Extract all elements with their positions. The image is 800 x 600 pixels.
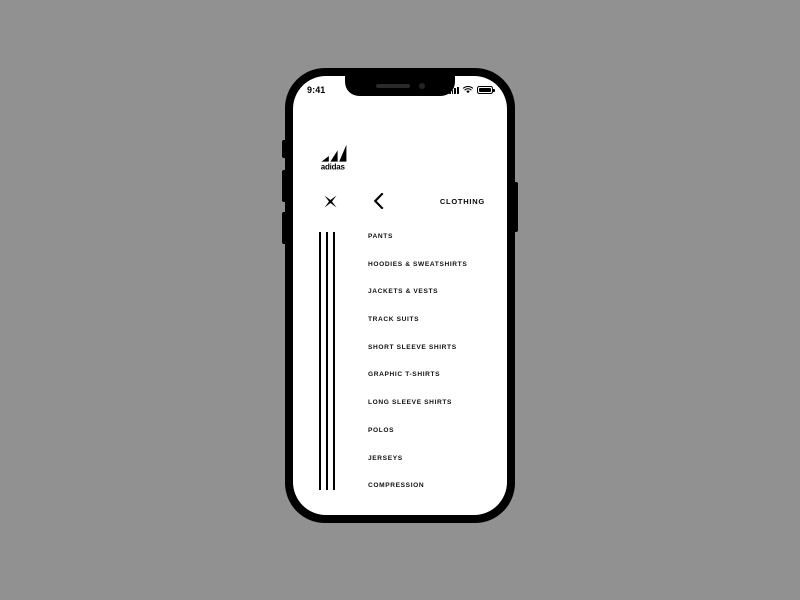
- list-item[interactable]: COMPRESSION: [368, 481, 497, 509]
- adidas-logo: adidas: [321, 144, 347, 172]
- list-item[interactable]: JACKETS & VESTS: [368, 287, 497, 315]
- phone-device-frame: 9:41 adidas CLOTHING PANTS HOODIES & SWE…: [282, 68, 518, 523]
- page-title: CLOTHING: [439, 196, 485, 206]
- list-item[interactable]: LONG SLEEVE SHIRTS: [368, 398, 497, 426]
- list-item-label: GRAPHIC T-SHIRTS: [368, 371, 441, 379]
- list-item-label: JACKETS & VESTS: [368, 288, 439, 296]
- three-stripes-icon: [319, 232, 337, 490]
- stripe: [325, 232, 329, 490]
- status-time: 9:41: [307, 85, 326, 95]
- list-item-label: SHORT SLEEVE SHIRTS: [368, 343, 457, 351]
- list-item-label: PANTS: [368, 233, 393, 240]
- stripe: [319, 232, 322, 490]
- phone-screen: 9:41 adidas CLOTHING PANTS HOODIES & SWE…: [293, 76, 507, 515]
- list-item[interactable]: SHORT SLEEVE SHIRTS: [368, 343, 497, 371]
- volume-up-button[interactable]: [282, 170, 286, 202]
- navigation-bar: CLOTHING: [293, 188, 507, 214]
- list-item[interactable]: JERSEYS: [368, 454, 497, 482]
- list-item-label: JERSEYS: [368, 454, 403, 462]
- list-item-label: POLOS: [368, 426, 395, 434]
- list-item[interactable]: HOODIES & SWEATSHIRTS: [368, 260, 497, 288]
- device-notch: [345, 76, 455, 96]
- speaker-slot-icon: [375, 84, 410, 88]
- front-camera-icon: [418, 83, 425, 89]
- status-icons: [448, 82, 495, 94]
- silent-switch[interactable]: [282, 140, 286, 158]
- battery-icon: [477, 86, 495, 94]
- back-button[interactable]: [371, 192, 385, 210]
- list-item[interactable]: GRAPHIC T-SHIRTS: [368, 370, 497, 398]
- power-button[interactable]: [514, 182, 518, 232]
- chevron-left-icon: [373, 193, 383, 209]
- close-button[interactable]: [322, 193, 338, 209]
- category-list: PANTS HOODIES & SWEATSHIRTS JACKETS & VE…: [368, 232, 497, 509]
- list-item-label: TRACK SUITS: [368, 316, 420, 324]
- list-item-label: LONG SLEEVE SHIRTS: [368, 399, 453, 407]
- svg-text:adidas: adidas: [321, 163, 346, 172]
- list-item-label: HOODIES & SWEATSHIRTS: [368, 260, 468, 268]
- wifi-icon: [463, 86, 473, 94]
- volume-down-button[interactable]: [282, 212, 286, 244]
- list-item[interactable]: TRACK SUITS: [368, 315, 497, 343]
- close-x-icon: [324, 195, 336, 207]
- list-item-label: COMPRESSION: [368, 482, 425, 490]
- list-item[interactable]: PANTS: [368, 232, 497, 260]
- stripe: [332, 232, 336, 490]
- list-item[interactable]: POLOS: [368, 426, 497, 454]
